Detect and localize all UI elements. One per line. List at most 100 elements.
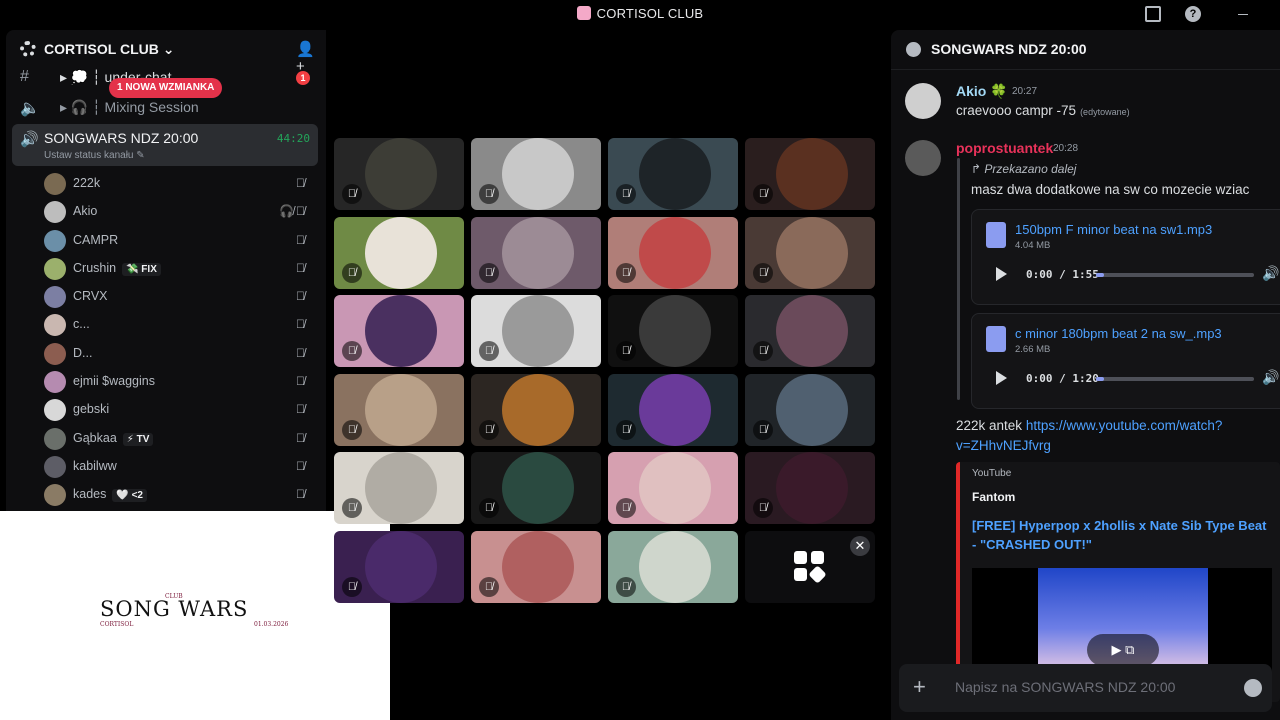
voice-member[interactable]: gebski 🎙̸	[6, 396, 326, 424]
video-tile[interactable]: 🎙̸	[334, 295, 464, 368]
voice-member[interactable]: kades 🤍 <2 🎙̸	[6, 481, 326, 509]
embed-title[interactable]: [FREE] Hyperpop x 2hollis x Nate Sib Typ…	[972, 516, 1272, 554]
avatar[interactable]	[44, 229, 66, 252]
member-tag: ⚡ TV	[122, 432, 154, 446]
attachment-name[interactable]: c minor 180bpm beat 2 na sw_.mp3	[1015, 326, 1222, 341]
invite-people-icon[interactable]: 👤+	[296, 40, 315, 75]
play-video-icon[interactable]: ▶ ⧉	[1087, 634, 1159, 666]
video-tile[interactable]: 🎙̸	[745, 138, 875, 210]
seek-bar[interactable]	[1096, 273, 1254, 277]
voice-member[interactable]: CRVX 🎙̸	[6, 283, 326, 311]
muted-mic-icon: 🎙̸	[296, 204, 305, 219]
avatar[interactable]	[44, 371, 66, 394]
video-tile[interactable]: 🎙̸	[334, 373, 464, 446]
video-tile[interactable]: 🎙̸	[471, 216, 601, 289]
video-tile[interactable]: 🎙̸	[334, 216, 464, 289]
avatar[interactable]	[44, 342, 66, 365]
participant-avatar	[502, 138, 574, 210]
voice-member[interactable]: Akio 🎧̸ 🎙̸	[6, 198, 326, 226]
voice-member[interactable]: ejmii $waggins 🎙̸	[6, 368, 326, 396]
participant-avatar	[365, 452, 437, 525]
youtube-link-cont[interactable]: v=ZHhvNEJfvrg	[956, 438, 1051, 453]
member-name: D...	[73, 345, 93, 360]
video-tile[interactable]: 🎙̸	[334, 531, 464, 603]
muted-mic-icon: 🎙̸	[296, 289, 305, 304]
video-tile[interactable]: 🎙̸	[608, 373, 738, 446]
message-author[interactable]: poprostuantek	[956, 140, 1053, 156]
participant-avatar	[639, 452, 711, 525]
avatar[interactable]	[905, 140, 941, 176]
video-tile[interactable]: 🎙̸	[608, 531, 738, 603]
video-tile[interactable]: 🎙̸	[608, 138, 738, 210]
video-tile[interactable]: 🎙̸	[471, 373, 601, 446]
video-tile[interactable]: 🎙̸	[608, 216, 738, 289]
participant-avatar	[502, 216, 574, 289]
avatar[interactable]	[44, 286, 66, 309]
voice-member[interactable]: D... 🎙̸	[6, 340, 326, 368]
emoji-icon[interactable]	[1244, 679, 1262, 697]
muted-mic-icon: 🎙̸	[296, 487, 305, 502]
avatar[interactable]	[44, 314, 66, 337]
participant-avatar	[776, 373, 848, 446]
muted-mic-icon: 🎙̸	[479, 577, 499, 597]
help-icon[interactable]: ?	[1185, 6, 1201, 22]
video-tile[interactable]: 🎙̸	[471, 138, 601, 210]
text-channel-icon: #	[20, 68, 29, 85]
member-name: Gąbkaa ⚡ TV	[73, 431, 154, 446]
avatar[interactable]	[44, 257, 66, 280]
volume-icon[interactable]: 🔊	[1262, 265, 1279, 282]
avatar[interactable]	[44, 455, 66, 478]
video-tile[interactable]: 🎙̸	[608, 295, 738, 368]
avatar[interactable]	[44, 427, 66, 450]
play-icon[interactable]	[996, 267, 1007, 281]
voice-member[interactable]: Gąbkaa ⚡ TV 🎙̸	[6, 425, 326, 453]
video-tile[interactable]: 🎙̸	[745, 452, 875, 525]
youtube-link[interactable]: https://www.youtube.com/watch?	[1026, 418, 1223, 433]
voice-member[interactable]: 222k 🎙̸	[6, 170, 326, 198]
video-tile[interactable]: 🎙̸	[471, 295, 601, 368]
voice-member[interactable]: Crushin 💸 FIX 🎙̸	[6, 255, 326, 283]
server-header[interactable]: CORTISOL CLUB ⌄ 👤+	[6, 30, 326, 75]
voice-member[interactable]: c... 🎙̸	[6, 311, 326, 339]
attachment-name[interactable]: 150bpm F minor beat na sw1.mp3	[1015, 222, 1212, 237]
member-name: ejmii $waggins	[73, 374, 155, 389]
voice-member[interactable]: CAMPR 🎙̸	[6, 227, 326, 255]
new-mention-pill[interactable]: 1 NOWA WZMIANKA	[109, 78, 223, 98]
server-name[interactable]: CORTISOL CLUB ⌄	[44, 41, 174, 58]
video-tile[interactable]: 🎙̸	[471, 531, 601, 603]
volume-icon[interactable]: 🔊	[1262, 369, 1279, 386]
video-tile[interactable]: 🎙̸	[745, 373, 875, 446]
set-channel-status[interactable]: Ustaw status kanału ✎	[44, 150, 145, 161]
participant-avatar	[365, 216, 437, 289]
muted-mic-icon: 🎙̸	[296, 458, 305, 473]
close-icon[interactable]: ✕	[850, 536, 870, 556]
attach-plus-icon[interactable]: +	[913, 675, 926, 699]
avatar[interactable]	[44, 399, 66, 422]
video-tile[interactable]: 🎙̸	[608, 452, 738, 525]
avatar[interactable]	[905, 83, 941, 119]
avatar[interactable]	[44, 484, 66, 507]
embed-author[interactable]: Fantom	[972, 490, 1015, 504]
video-tile[interactable]: 🎙̸	[334, 138, 464, 210]
voice-member[interactable]: kabilww 🎙̸	[6, 453, 326, 481]
video-tile[interactable]: 🎙̸	[471, 452, 601, 525]
message-input[interactable]: Napisz na SONGWARS NDZ 20:00	[955, 679, 1175, 695]
muted-mic-icon: 🎙̸	[479, 498, 499, 519]
video-tile[interactable]: 🎙̸	[745, 295, 875, 368]
attachment-size: 2.66 MB	[1015, 344, 1051, 355]
participant-avatar	[776, 452, 848, 525]
muted-mic-icon: 🎙̸	[753, 184, 773, 204]
play-icon[interactable]	[996, 371, 1007, 385]
inbox-icon[interactable]	[1145, 6, 1161, 22]
video-tile[interactable]: 🎙̸	[745, 216, 875, 289]
active-voice-channel[interactable]: 🔊 SONGWARS NDZ 20:00 44:20 Ustaw status …	[12, 124, 318, 166]
server-icon	[20, 41, 36, 57]
minimize-button[interactable]	[1238, 14, 1248, 15]
message-author[interactable]: Akio 🍀	[956, 83, 1008, 100]
video-tile[interactable]: 🎙̸	[334, 452, 464, 525]
avatar[interactable]	[44, 173, 66, 195]
avatar[interactable]	[44, 201, 66, 224]
seek-bar[interactable]	[1096, 377, 1254, 381]
channel-mixing-session[interactable]: 🔈 ▸ 🎧 ┆ Mixing Session	[6, 94, 326, 122]
muted-mic-icon: 🎙̸	[616, 577, 636, 597]
